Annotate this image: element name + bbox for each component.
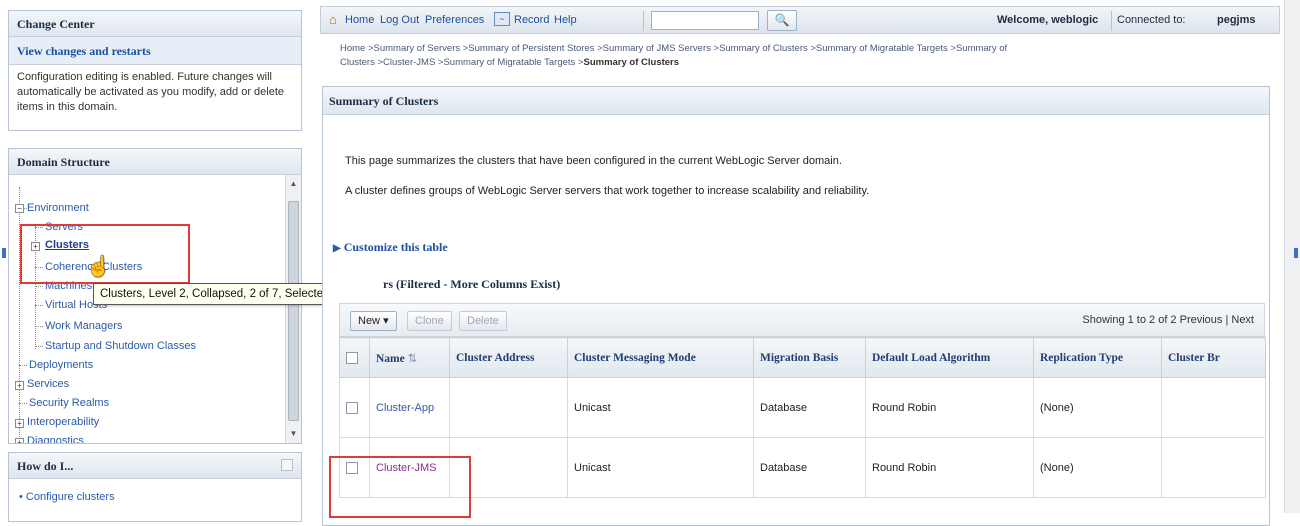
- help-link[interactable]: Help: [554, 14, 577, 26]
- clone-button[interactable]: Clone: [407, 311, 452, 331]
- migration-basis-cell: Database: [753, 437, 866, 498]
- select-all-checkbox[interactable]: [346, 351, 358, 364]
- customize-table-label[interactable]: Customize this table: [344, 240, 448, 254]
- cluster-address-cell: [449, 377, 568, 438]
- preferences-link[interactable]: Preferences: [425, 14, 484, 26]
- edge-marker-icon: [2, 248, 6, 258]
- change-center-title: Change Center: [9, 11, 301, 37]
- row-checkbox[interactable]: [346, 401, 358, 414]
- messaging-mode-cell: Unicast: [567, 437, 754, 498]
- breadcrumb-current: Summary of Clusters: [583, 57, 680, 68]
- load-algorithm-cell: Round Robin: [865, 377, 1034, 438]
- hand-cursor-icon: ☝: [86, 256, 111, 278]
- search-icon: 🔍: [774, 13, 790, 27]
- breadcrumb-line[interactable]: Clusters >Cluster-JMS >Summary of Migrat…: [340, 56, 1240, 70]
- replication-type-cell: (None): [1033, 437, 1162, 498]
- record-icon[interactable]: ~: [494, 12, 510, 26]
- expand-interoperability-icon[interactable]: +: [15, 419, 24, 428]
- edge-marker-icon: [1294, 248, 1298, 258]
- view-changes-link[interactable]: View changes and restarts: [9, 37, 301, 65]
- delete-button[interactable]: Delete: [459, 311, 507, 331]
- scrollbar-thumb[interactable]: [288, 201, 299, 421]
- welcome-text: Welcome, weblogic: [997, 14, 1099, 26]
- load-algorithm-cell: Round Robin: [865, 437, 1034, 498]
- migration-basis-cell: Database: [753, 377, 866, 438]
- tree-item-startup-shutdown[interactable]: Startup and Shutdown Classes: [45, 340, 196, 352]
- table-row: Cluster-JMS Unicast Database Round Robin…: [339, 437, 1266, 498]
- tree-item-diagnostics[interactable]: Diagnostics: [27, 435, 84, 443]
- home-link[interactable]: Home: [345, 14, 374, 26]
- tree-item-services[interactable]: Services: [27, 378, 69, 390]
- tree-connector: [35, 346, 43, 347]
- expand-diagnostics-icon[interactable]: +: [15, 438, 24, 443]
- tree-tooltip: Clusters, Level 2, Collapsed, 2 of 7, Se…: [93, 283, 337, 305]
- table-header-row: Name ⇅ Cluster Address Cluster Messaging…: [339, 337, 1266, 378]
- tree-connector: [19, 403, 27, 404]
- expand-triangle-icon: ▶: [333, 243, 341, 254]
- clusters-table: Name ⇅ Cluster Address Cluster Messaging…: [339, 337, 1266, 498]
- tree-item-security-realms[interactable]: Security Realms: [29, 397, 109, 409]
- chevron-down-icon: ▾: [383, 315, 389, 327]
- toolbar-divider: [643, 11, 644, 31]
- expand-services-icon[interactable]: +: [15, 381, 24, 390]
- col-header-messaging-mode[interactable]: Cluster Messaging Mode: [567, 337, 754, 378]
- breadcrumb: Home >Summary of Servers >Summary of Per…: [340, 42, 1240, 70]
- search-input[interactable]: [651, 11, 759, 30]
- how-do-i-title: How do I...: [9, 453, 301, 479]
- change-center-panel: Change Center View changes and restarts …: [8, 10, 302, 131]
- tree-connector: [35, 286, 43, 287]
- configure-clusters-link[interactable]: Configure clusters: [26, 491, 115, 503]
- customize-table-link[interactable]: ▶ Customize this table: [333, 240, 448, 255]
- table-row: Cluster-App Unicast Database Round Robin…: [339, 377, 1266, 438]
- top-toolbar: ⌂ Home Log Out Preferences ~ Record Help…: [320, 6, 1280, 34]
- toolbar-divider: [1111, 11, 1112, 31]
- how-do-i-panel: How do I... • Configure clusters: [8, 452, 302, 522]
- col-header-migration-basis[interactable]: Migration Basis: [753, 337, 866, 378]
- col-header-replication-type[interactable]: Replication Type: [1033, 337, 1162, 378]
- new-button[interactable]: New ▾: [350, 311, 397, 331]
- sort-icon[interactable]: ⇅: [408, 353, 418, 365]
- col-header-cluster-address[interactable]: Cluster Address: [449, 337, 568, 378]
- paging-info[interactable]: Showing 1 to 2 of 2 Previous | Next: [1082, 314, 1254, 326]
- tree-connector: [35, 305, 43, 306]
- record-link[interactable]: Record: [514, 14, 549, 26]
- collapse-environment-icon[interactable]: −: [15, 204, 24, 213]
- scroll-down-icon[interactable]: ▼: [286, 427, 301, 441]
- cluster-jms-highlight-box: [329, 456, 471, 518]
- connected-label: Connected to:: [1117, 14, 1186, 26]
- connected-domain: pegjms: [1217, 14, 1256, 26]
- tree-item-deployments[interactable]: Deployments: [29, 359, 93, 371]
- table-toolbar: New ▾ Clone Delete Showing 1 to 2 of 2 P…: [339, 303, 1265, 337]
- cluster-broadcast-cell: [1161, 377, 1266, 438]
- cluster-broadcast-cell: [1161, 437, 1266, 498]
- search-button[interactable]: 🔍: [767, 10, 797, 31]
- tree-connector: [19, 365, 27, 366]
- intro-paragraph: This page summarizes the clusters that h…: [345, 155, 842, 167]
- col-header-name[interactable]: Name ⇅: [369, 337, 450, 378]
- cluster-description: A cluster defines groups of WebLogic Ser…: [345, 185, 870, 197]
- scroll-up-icon[interactable]: ▲: [286, 177, 301, 191]
- table-caption: rs (Filtered - More Columns Exist): [383, 277, 561, 291]
- page-title: Summary of Clusters: [323, 87, 1269, 115]
- messaging-mode-cell: Unicast: [567, 377, 754, 438]
- tree-item-work-managers[interactable]: Work Managers: [45, 320, 122, 332]
- logout-link[interactable]: Log Out: [380, 14, 419, 26]
- tree-connector: [35, 326, 43, 327]
- col-header-cluster-broadcast[interactable]: Cluster Br: [1161, 337, 1266, 378]
- cluster-name-link[interactable]: Cluster-App: [369, 377, 450, 438]
- tree-scrollbar[interactable]: ▲ ▼: [285, 175, 301, 443]
- breadcrumb-line[interactable]: Home >Summary of Servers >Summary of Per…: [340, 42, 1240, 56]
- domain-tree: − Environment Servers + Clusters Coheren…: [9, 175, 285, 443]
- home-icon[interactable]: ⌂: [329, 12, 337, 27]
- panel-collapse-icon[interactable]: [281, 459, 293, 471]
- tree-item-interoperability[interactable]: Interoperability: [27, 416, 99, 428]
- col-header-load-algorithm[interactable]: Default Load Algorithm: [865, 337, 1034, 378]
- replication-type-cell: (None): [1033, 377, 1162, 438]
- how-do-i-item[interactable]: • Configure clusters: [9, 479, 301, 515]
- row-select-cell[interactable]: [339, 377, 370, 438]
- select-all-cell[interactable]: [339, 337, 370, 378]
- change-center-text: Configuration editing is enabled. Future…: [17, 71, 285, 113]
- domain-structure-title: Domain Structure: [9, 149, 301, 175]
- tree-item-environment[interactable]: Environment: [27, 202, 89, 214]
